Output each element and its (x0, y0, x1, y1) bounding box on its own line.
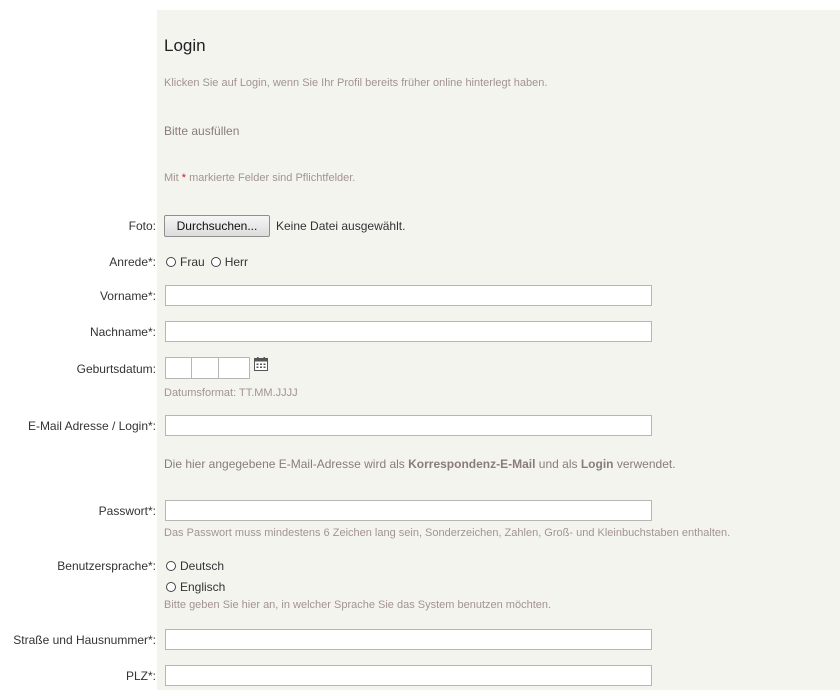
email-hint: Die hier angegebene E-Mail-Adresse wird … (164, 457, 676, 471)
salutation-radio-group: Frau Herr (166, 255, 254, 269)
zip-label: PLZ*: (125, 669, 156, 683)
language-option-englisch[interactable]: Englisch (166, 580, 225, 594)
file-status: Keine Datei ausgewählt. (276, 219, 406, 233)
language-englisch-label: Englisch (180, 580, 226, 594)
email-hint-correspondence: Korrespondenz-E-Mail (408, 457, 536, 471)
last-name-label: Nachname*: (89, 325, 156, 339)
email-input[interactable] (165, 415, 652, 436)
birthdate-month-input[interactable] (191, 357, 219, 379)
birthdate-day-input[interactable] (165, 357, 193, 379)
page-title: Login (164, 36, 206, 55)
photo-label: Foto: (128, 219, 156, 233)
radio-circle-icon[interactable] (166, 582, 176, 592)
language-option-deutsch[interactable]: Deutsch (166, 559, 224, 573)
email-hint-suffix: verwendet. (613, 457, 676, 471)
street-label: Straße und Hausnummer*: (13, 633, 156, 647)
login-hint: Klicken Sie auf Login, wenn Sie Ihr Prof… (164, 77, 548, 89)
birthdate-year-input[interactable] (218, 357, 250, 379)
required-note-suffix: markierte Felder sind Pflichtfelder. (186, 172, 356, 184)
salutation-label: Anrede*: (109, 255, 156, 269)
zip-input[interactable] (165, 665, 652, 686)
first-name-input[interactable] (165, 285, 652, 306)
last-name-input[interactable] (165, 321, 652, 342)
birthdate-label: Geburtsdatum: (76, 362, 156, 376)
calendar-icon[interactable] (254, 357, 268, 371)
required-note-prefix: Mit (164, 172, 182, 184)
salutation-frau-label: Frau (180, 255, 205, 269)
required-note: Mit * markierte Felder sind Pflichtfelde… (164, 172, 355, 184)
language-label: Benutzersprache*: (57, 559, 156, 573)
street-input[interactable] (165, 629, 652, 650)
password-input[interactable] (165, 500, 652, 521)
first-name-label: Vorname*: (99, 289, 156, 303)
date-format-hint: Datumsformat: TT.MM.JJJJ (164, 387, 298, 399)
password-hint: Das Passwort muss mindestens 6 Zeichen l… (164, 527, 731, 539)
fill-prompt: Bitte ausfüllen (164, 124, 240, 138)
salutation-option-frau[interactable]: Frau (166, 255, 205, 269)
email-hint-login: Login (580, 457, 614, 471)
radio-circle-icon[interactable] (166, 561, 176, 571)
language-deutsch-label: Deutsch (180, 559, 225, 573)
salutation-herr-label: Herr (224, 255, 249, 269)
radio-circle-icon[interactable] (166, 257, 176, 267)
browse-file-button[interactable]: Durchsuchen... (164, 215, 270, 237)
form-panel (157, 10, 840, 690)
salutation-option-herr[interactable]: Herr (210, 255, 249, 269)
email-hint-middle: und als (535, 457, 581, 471)
email-label: E-Mail Adresse / Login*: (27, 419, 156, 433)
radio-circle-icon[interactable] (210, 257, 221, 267)
email-hint-prefix: Die hier angegebene E-Mail-Adresse wird … (164, 457, 409, 471)
language-hint: Bitte geben Sie hier an, in welcher Spra… (164, 599, 552, 611)
password-label: Passwort*: (98, 504, 156, 518)
